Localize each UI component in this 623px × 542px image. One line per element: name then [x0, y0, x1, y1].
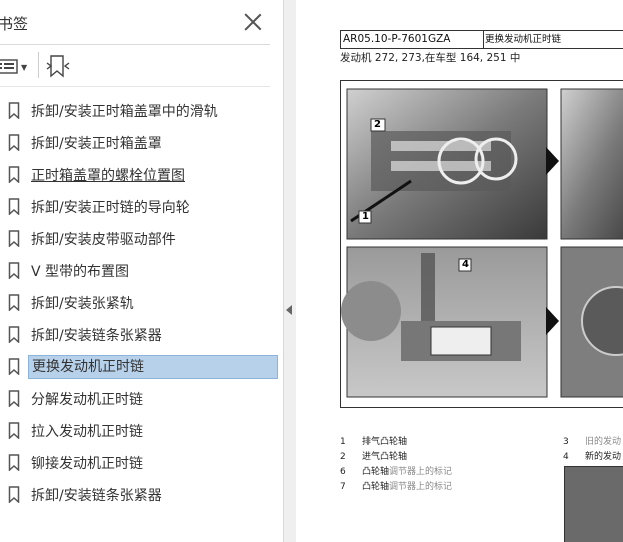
header-divider	[0, 44, 270, 45]
document-page: AR05.10-P-7601GZA 更换发动机正时链 发动机 272, 273,…	[296, 0, 623, 542]
callout-label-4: 4	[462, 259, 469, 270]
legend-number: 4	[563, 452, 569, 462]
legend-number: 2	[340, 452, 346, 462]
bookmark-icon	[8, 262, 20, 279]
bookmark-icon	[8, 230, 20, 247]
arrow-right-icon	[546, 147, 559, 175]
panel-splitter[interactable]	[284, 0, 296, 542]
bookmark-icon	[8, 134, 20, 151]
callout-label-2: 2	[374, 119, 381, 130]
toolbar-separator	[38, 52, 39, 78]
engine-figure: 2 1 4	[340, 80, 623, 408]
legend-number: 7	[340, 482, 346, 492]
panel-title: 书签	[0, 15, 29, 33]
doc-code: AR05.10-P-7601GZA	[341, 31, 484, 48]
bookmark-icon	[8, 390, 20, 407]
legend-item: 1 排气凸轮轴	[340, 434, 407, 447]
arrow-right-icon	[546, 307, 559, 335]
bookmark-item[interactable]: 拆卸/安装正时链的导向轮	[0, 193, 276, 221]
bookmark-label: 拆卸/安装链条张紧器	[31, 328, 162, 344]
bookmark-label: 拉入发动机正时链	[31, 424, 143, 440]
legend-item: 7 凸轮轴调节器上的标记	[340, 479, 452, 492]
bookmark-icon	[8, 486, 20, 503]
bookmark-label: 拆卸/安装皮带驱动部件	[31, 232, 176, 248]
bookmark-item[interactable]: 拆卸/安装正时箱盖罩	[0, 129, 276, 157]
bookmark-item[interactable]: 拆卸/安装链条张紧器	[0, 321, 276, 349]
legend-item: 4 新的发动	[563, 449, 621, 462]
bookmark-item[interactable]: 拉入发动机正时链	[0, 417, 276, 445]
doc-subtitle: 发动机 272, 273,在车型 164, 251 中	[340, 52, 521, 64]
bookmark-icon	[8, 102, 20, 119]
doc-title: 更换发动机正时链	[485, 34, 562, 45]
bookmark-item[interactable]: V 型带的布置图	[0, 257, 276, 285]
bookmarks-panel: 书签 ▼ 拆卸/安装正时箱盖罩中的滑轨 拆卸/安装正时箱盖罩正时箱盖罩的螺栓位置图…	[0, 0, 284, 542]
bookmark-item[interactable]: 铆接发动机正时链	[0, 449, 276, 477]
legend-text-faint: 旧的发动	[585, 437, 622, 447]
bookmark-label: 拆卸/安装正时箱盖罩中的滑轨	[31, 104, 218, 120]
legend-number: 6	[340, 467, 346, 477]
find-bookmark-icon[interactable]	[45, 53, 71, 79]
bookmark-item[interactable]: 拆卸/安装张紧轨	[0, 289, 276, 317]
legend-text: 新的发动	[585, 452, 622, 462]
bookmark-item[interactable]: 拆卸/安装链条张紧器	[0, 481, 276, 509]
bookmark-label: 拆卸/安装链条张紧器	[31, 488, 162, 504]
legend-text: 凸轮轴	[362, 467, 390, 477]
bookmark-icon	[8, 198, 20, 215]
bookmark-icon	[8, 326, 20, 343]
bookmark-label: 正时箱盖罩的螺栓位置图	[31, 168, 185, 184]
toolbar-divider	[0, 86, 270, 87]
bookmark-label: 拆卸/安装正时链的导向轮	[31, 200, 190, 216]
doc-header-table: AR05.10-P-7601GZA 更换发动机正时链	[340, 30, 623, 49]
bookmark-item[interactable]: 更换发动机正时链	[0, 353, 278, 381]
legend-item: 3 旧的发动	[563, 434, 621, 447]
bookmark-item[interactable]: 拆卸/安装正时箱盖罩中的滑轨	[0, 97, 276, 125]
bookmark-icon	[8, 294, 20, 311]
close-icon[interactable]	[244, 13, 262, 31]
bookmark-icon	[8, 454, 20, 471]
bookmark-label: 铆接发动机正时链	[31, 456, 143, 472]
bookmark-icon	[8, 422, 20, 439]
bookmark-label: V 型带的布置图	[31, 264, 130, 280]
legend-item: 6 凸轮轴调节器上的标记	[340, 464, 452, 477]
legend-text: 进气凸轮轴	[362, 452, 408, 462]
chevron-down-icon[interactable]: ▼	[21, 63, 27, 72]
legend-text: 排气凸轮轴	[362, 437, 408, 447]
photo-preview	[564, 466, 623, 542]
bookmark-icon	[8, 358, 20, 375]
bookmark-item[interactable]: 正时箱盖罩的螺栓位置图	[0, 161, 276, 189]
bookmark-label: 拆卸/安装正时箱盖罩	[31, 136, 162, 152]
legend-number: 3	[563, 437, 569, 447]
bookmark-icon	[8, 166, 20, 183]
bookmark-label: 分解发动机正时链	[31, 392, 143, 408]
bookmark-label: 拆卸/安装张紧轨	[31, 296, 134, 312]
callout-label-1: 1	[362, 211, 369, 222]
legend-text-faint: 调节器上的标记	[389, 467, 453, 477]
list-options-icon[interactable]	[0, 55, 22, 77]
legend-text-faint: 调节器上的标记	[389, 482, 453, 492]
legend-number: 1	[340, 437, 346, 447]
collapse-arrow-icon[interactable]	[286, 305, 292, 315]
engine-photos	[341, 88, 623, 398]
bookmark-label: 更换发动机正时链	[28, 355, 278, 379]
legend-text: 凸轮轴	[362, 482, 390, 492]
legend-item: 2 进气凸轮轴	[340, 449, 407, 462]
bookmark-item[interactable]: 拆卸/安装皮带驱动部件	[0, 225, 276, 253]
bookmark-item[interactable]: 分解发动机正时链	[0, 385, 276, 413]
